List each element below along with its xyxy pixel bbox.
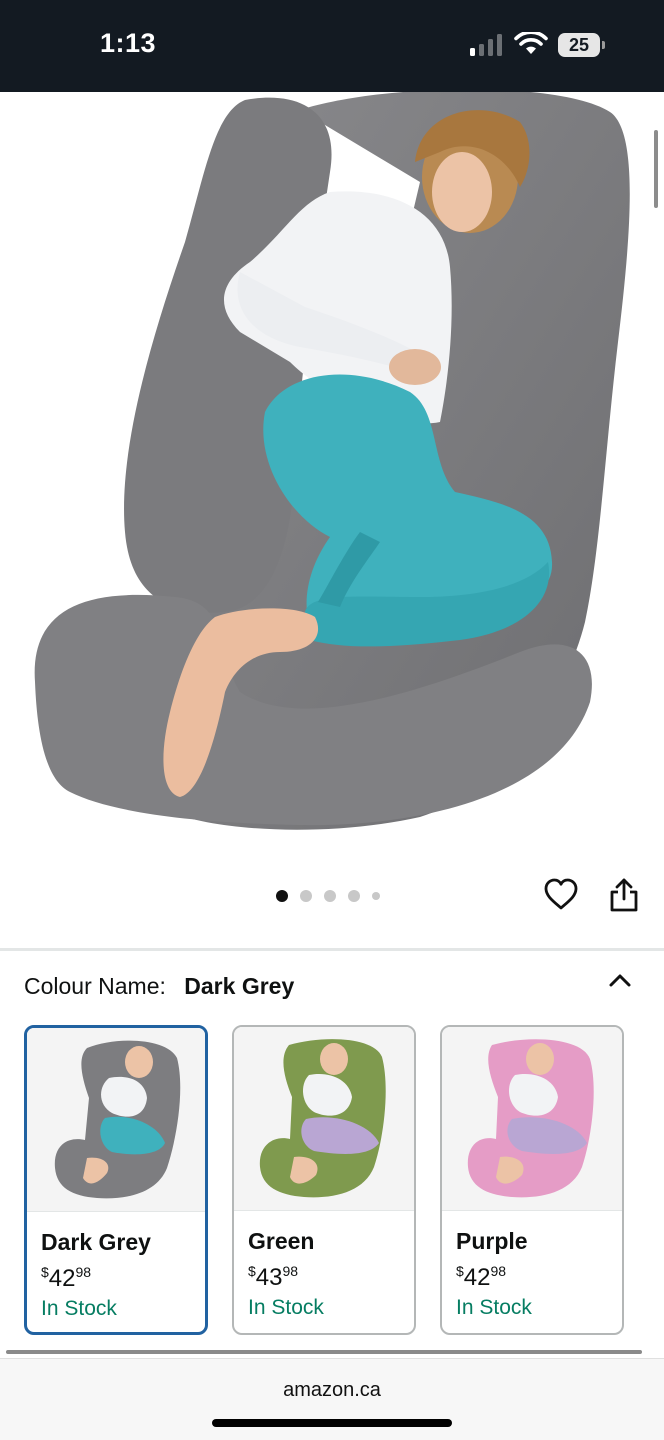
swatch-name: Dark Grey	[41, 1229, 151, 1255]
swatch-image	[27, 1028, 205, 1212]
signal-icon	[470, 34, 502, 56]
heart-icon[interactable]	[543, 877, 579, 913]
swatch-green[interactable]: Green $4398 In Stock	[232, 1025, 416, 1335]
pager-dot[interactable]	[324, 890, 336, 902]
colour-name-row: Colour Name: Dark Grey	[24, 973, 294, 1000]
battery-level: 25	[558, 33, 600, 57]
swatch-name: Green	[248, 1228, 315, 1254]
swatch-price: $4398	[248, 1263, 299, 1291]
status-time: 1:13	[100, 28, 157, 58]
image-pager[interactable]	[276, 889, 380, 903]
url-text[interactable]: amazon.ca	[0, 1379, 664, 1402]
selected-colour: Dark Grey	[184, 973, 295, 999]
home-indicator[interactable]	[212, 1419, 452, 1427]
swatch-price: $4298	[456, 1263, 507, 1291]
section-divider	[0, 948, 664, 951]
swatch-image	[442, 1027, 622, 1211]
chevron-up-icon[interactable]	[606, 968, 634, 992]
pager-dot[interactable]	[372, 892, 380, 900]
swatch-price: $4298	[41, 1264, 92, 1292]
browser-address-bar[interactable]: amazon.ca	[0, 1358, 664, 1440]
colour-label: Colour Name:	[24, 973, 166, 999]
stock-status: In Stock	[41, 1297, 117, 1320]
colour-swatches: Dark Grey $4298 In Stock Green $4398 In …	[24, 1025, 628, 1335]
horizontal-scrollbar[interactable]	[6, 1350, 642, 1354]
swatch-name: Purple	[456, 1228, 528, 1254]
share-icon[interactable]	[608, 877, 640, 913]
swatch-purple[interactable]: Purple $4298 In Stock	[440, 1025, 624, 1335]
pager-dot[interactable]	[276, 890, 288, 902]
stock-status: In Stock	[456, 1296, 532, 1319]
status-bar: 1:13 25	[0, 0, 664, 92]
stock-status: In Stock	[248, 1296, 324, 1319]
scroll-indicator[interactable]	[654, 130, 658, 208]
swatch-dark-grey[interactable]: Dark Grey $4298 In Stock	[24, 1025, 208, 1335]
battery-icon: 25	[558, 33, 606, 57]
wifi-icon	[514, 32, 548, 54]
pager-dot[interactable]	[348, 890, 360, 902]
pager-dot[interactable]	[300, 890, 312, 902]
pregnancy-pillow-photo	[34, 92, 630, 830]
product-image[interactable]	[0, 92, 664, 862]
swatch-image	[234, 1027, 414, 1211]
